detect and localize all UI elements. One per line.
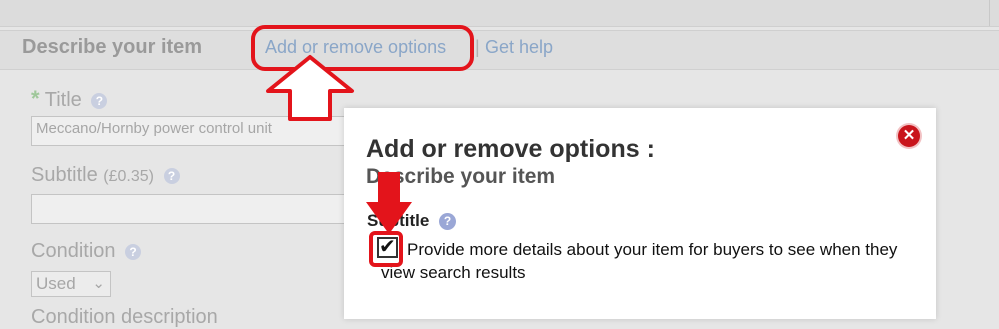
condition-description-label: Condition description bbox=[31, 306, 218, 328]
subtitle-option-description: Provide more details about your item for… bbox=[381, 240, 898, 282]
title-label: * Title ? bbox=[31, 86, 108, 112]
chevron-down-icon: ⌄ bbox=[92, 275, 105, 292]
condition-selected-value: Used bbox=[36, 274, 76, 293]
link-separator: | bbox=[475, 37, 480, 57]
top-strip bbox=[0, 0, 999, 27]
subtitle-price: (£0.35) bbox=[103, 168, 154, 185]
title-label-text: Title bbox=[44, 89, 82, 111]
subtitle-label: Subtitle (£0.35) ? bbox=[31, 164, 180, 187]
question-circle-icon[interactable]: ? bbox=[125, 243, 142, 260]
dialog-title: Add or remove options : bbox=[366, 135, 655, 163]
section-title: Describe your item bbox=[22, 36, 203, 58]
required-marker: * bbox=[31, 86, 40, 111]
get-help-link[interactable]: Get help bbox=[485, 37, 553, 58]
question-circle-icon[interactable]: ? bbox=[91, 92, 108, 109]
condition-select[interactable]: Used ⌄ bbox=[31, 271, 111, 297]
annotation-checkbox-highlight bbox=[369, 231, 403, 267]
condition-label-text: Condition bbox=[31, 240, 116, 262]
question-circle-icon[interactable]: ? bbox=[163, 167, 180, 184]
annotation-down-arrow-icon bbox=[366, 172, 412, 234]
subtitle-label-text: Subtitle bbox=[31, 164, 98, 186]
strip-divider bbox=[989, 0, 990, 26]
close-icon[interactable]: ✕ bbox=[898, 125, 920, 147]
condition-label: Condition ? bbox=[31, 240, 142, 263]
question-circle-icon[interactable]: ? bbox=[439, 213, 457, 231]
subtitle-input[interactable] bbox=[31, 194, 361, 224]
